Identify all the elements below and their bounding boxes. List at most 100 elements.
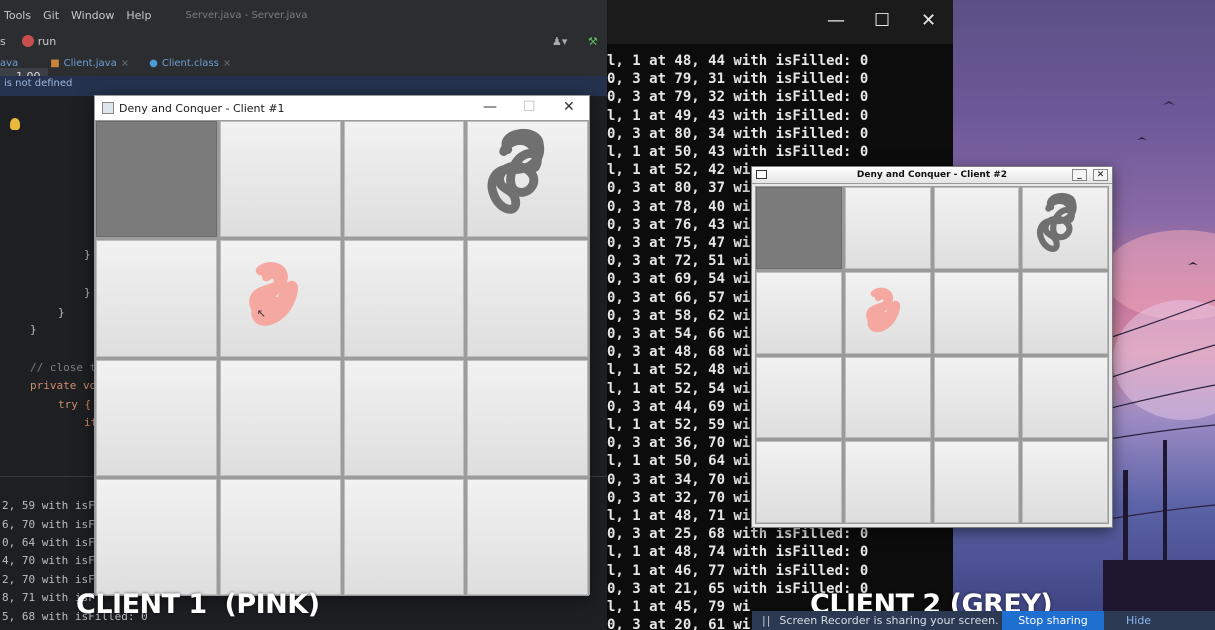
tab-label: ava: [0, 57, 19, 69]
error-banner: is not defined: [0, 76, 610, 96]
board-cell-r2c4[interactable]: [467, 240, 588, 357]
ide-window-title: Server.java - Server.java: [185, 9, 308, 21]
terminal-line: 0, 3 at 79, 31 with isFilled: 0: [607, 71, 869, 88]
pink-scribble: [865, 287, 900, 332]
board-cell-r2c3[interactable]: [933, 271, 1020, 354]
board-cell-r1c3[interactable]: [343, 121, 465, 238]
menu-window[interactable]: Window: [71, 9, 114, 22]
console-line: 4, 70 with isF: [2, 554, 95, 567]
toolbar-prefix: s: [0, 34, 6, 48]
pause-icon[interactable]: ||: [762, 614, 771, 627]
client2-title: Deny and Conquer - Client #2: [856, 170, 1008, 180]
run-config-label[interactable]: run: [38, 35, 56, 48]
run-config-icon: [21, 35, 34, 47]
board-cell-r4c3[interactable]: [343, 478, 465, 595]
code-line: }: [58, 306, 65, 319]
code-line: }: [84, 248, 91, 261]
ide-toolbar: s run ♟▾ ⚒: [0, 30, 610, 52]
terminal-line: l, 1 at 49, 43 with isFilled: 0: [607, 107, 869, 124]
board-cell-r1c1[interactable]: [756, 187, 842, 269]
console-line: 0, 64 with isF: [2, 536, 95, 549]
maximize-icon[interactable]: ☐: [874, 10, 890, 31]
tab-server[interactable]: ava: [0, 58, 18, 69]
terminal-line: 0, 3 at 80, 34 with isFilled: 0: [607, 125, 869, 142]
grey-scribble: [487, 128, 545, 214]
minimize-icon[interactable]: —: [827, 10, 845, 31]
board-cell-r4c1[interactable]: [96, 478, 217, 595]
code-line: }: [30, 323, 37, 336]
minimize-icon[interactable]: —: [483, 99, 497, 115]
tab-client-java[interactable]: ■ Client.java ×: [50, 58, 129, 69]
board-cell-r1c2[interactable]: [219, 121, 341, 238]
user-icon[interactable]: ♟▾: [552, 35, 567, 48]
board-cell-r3c3[interactable]: [343, 359, 465, 476]
editor-tabs: ava ■ Client.java × ● Client.class ×: [0, 54, 610, 72]
client1-titlebar: Deny and Conquer - Client #1 — ☐ ✕: [95, 96, 589, 120]
board-cell-r1c2[interactable]: [844, 187, 931, 269]
lightbulb-icon[interactable]: [10, 118, 20, 130]
code-line: try {: [58, 398, 92, 411]
board-cell-r2c4[interactable]: [1022, 271, 1108, 354]
board-cell-r3c2[interactable]: [844, 356, 931, 439]
terminal-line: l, 1 at 46, 77 with isFilled: 0: [607, 562, 869, 579]
client1-window: Deny and Conquer - Client #1 — ☐ ✕ ↖: [94, 95, 590, 596]
tab-label: Client.java: [63, 57, 117, 69]
board-cell-r1c4[interactable]: [1022, 187, 1108, 269]
build-hammer-icon[interactable]: ⚒: [588, 35, 598, 48]
console-line: 2, 70 with isF: [2, 573, 95, 586]
board-cell-r3c1[interactable]: [96, 359, 217, 476]
close-tab-icon[interactable]: ×: [121, 58, 129, 69]
client1-caption: CLIENT 1 (PINK): [76, 589, 320, 620]
menu-git[interactable]: Git: [43, 9, 59, 22]
board-cell-r4c3[interactable]: [933, 441, 1020, 523]
class-file-icon: ●: [149, 57, 158, 69]
board-cell-r2c1[interactable]: [756, 271, 842, 354]
board-cell-r3c4[interactable]: [1022, 356, 1108, 439]
terminal-line: l, 1 at 48, 44 with isFilled: 0: [607, 53, 869, 69]
board-cell-r4c4[interactable]: [1022, 441, 1108, 523]
code-line: private vo: [30, 379, 97, 392]
board-cell-r3c3[interactable]: [933, 356, 1020, 439]
board-cell-r4c2[interactable]: [844, 441, 931, 523]
board-cell-r1c4[interactable]: [467, 121, 588, 238]
console-line: 6, 70 with isF: [2, 518, 95, 531]
grey-scribble: [1037, 192, 1077, 252]
board-cell-r3c2[interactable]: [219, 359, 341, 476]
board-cell-r2c1[interactable]: [96, 240, 217, 357]
hide-button[interactable]: Hide: [1126, 611, 1151, 630]
close-icon[interactable]: ✕: [1093, 169, 1108, 181]
tab-label: Client.class: [161, 57, 219, 69]
board-cell-r4c2[interactable]: [219, 478, 341, 595]
board-cell-r2c2[interactable]: ↖: [219, 240, 341, 357]
screen: Tools Git Window Help Server.java - Serv…: [0, 0, 1215, 630]
stop-sharing-button[interactable]: Stop sharing: [1002, 611, 1104, 630]
maximize-icon[interactable]: ☐: [523, 99, 536, 115]
close-icon[interactable]: ✕: [921, 10, 936, 31]
menu-help[interactable]: Help: [126, 9, 151, 22]
share-message: Screen Recorder is sharing your screen.: [779, 614, 999, 627]
board-cell-r4c4[interactable]: [467, 478, 588, 595]
window-menu-icon[interactable]: [756, 170, 767, 179]
pink-scribble: [249, 262, 298, 327]
board-cell-r3c4[interactable]: [467, 359, 588, 476]
terminal-line: l, 1 at 50, 43 with isFilled: 0: [607, 144, 869, 161]
console-line: 2, 59 with isF: [2, 499, 95, 512]
terminal-titlebar: — ☐ ✕: [607, 0, 955, 44]
board-cell-r2c2[interactable]: [844, 271, 931, 354]
board-cell-r1c3[interactable]: [933, 187, 1020, 269]
close-icon[interactable]: ✕: [563, 99, 575, 115]
board-cell-r3c1[interactable]: [756, 356, 842, 439]
java-file-icon: ■: [50, 57, 60, 69]
board-cell-r2c3[interactable]: [343, 240, 465, 357]
terminal-line: l, 1 at 48, 74 with isFilled: 0: [607, 544, 869, 561]
menu-tools[interactable]: Tools: [4, 9, 31, 22]
close-tab-icon[interactable]: ×: [223, 58, 231, 69]
board-cell-r4c1[interactable]: [756, 441, 842, 523]
tab-client-class[interactable]: ● Client.class ×: [149, 58, 231, 69]
board-cell-r1c1[interactable]: [96, 121, 217, 238]
terminal-line: 0, 3 at 79, 32 with isFilled: 0: [607, 89, 869, 106]
code-line: // close t: [30, 361, 97, 374]
terminal-line: 0, 3 at 25, 68 with isFilled: 0: [607, 526, 869, 543]
ide-menubar: Tools Git Window Help Server.java - Serv…: [0, 0, 610, 30]
minimize-icon[interactable]: _: [1072, 169, 1087, 181]
